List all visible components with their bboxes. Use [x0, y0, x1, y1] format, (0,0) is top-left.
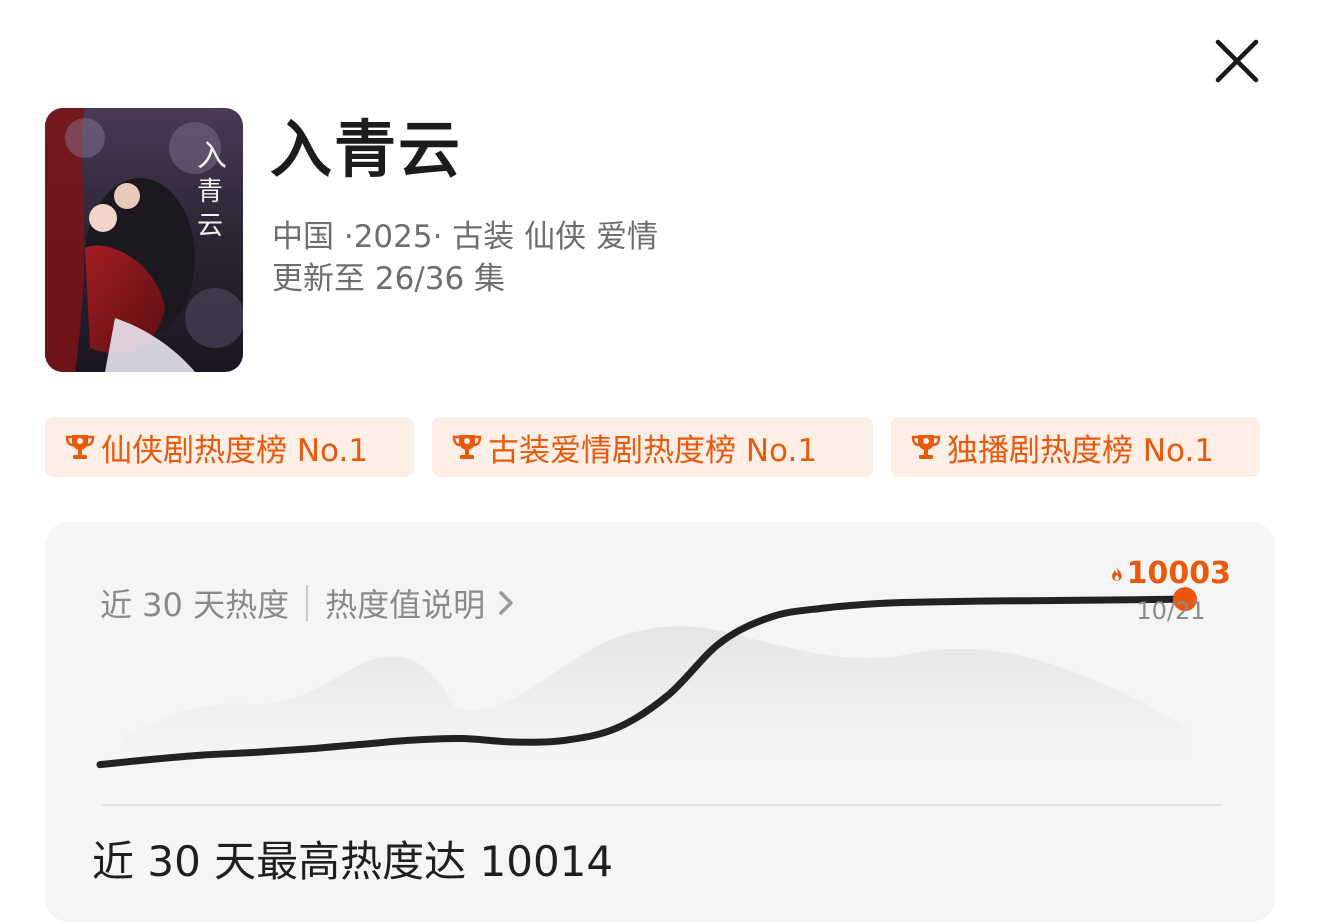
svg-text:云: 云: [197, 211, 223, 241]
svg-text:青: 青: [197, 177, 223, 207]
heat-summary: 近 30 天最高热度达 10014: [92, 837, 614, 886]
chart-backdrop: [125, 626, 1185, 762]
badge-guzhuang-romance[interactable]: 古装爱情剧热度榜 No.1: [432, 417, 873, 477]
badge-xianxia[interactable]: 仙侠剧热度榜 No.1: [45, 417, 414, 477]
meta-line: 中国 ·2025· 古装 仙侠 爱情: [272, 219, 659, 255]
heat-chart: [96, 587, 1197, 769]
close-icon: [1215, 39, 1259, 83]
close-button[interactable]: [1206, 32, 1266, 92]
fire-icon: [1112, 567, 1122, 581]
latest-heat: 10003 10/21: [1111, 556, 1231, 628]
card-divider: [102, 804, 1222, 806]
heat-explain-link[interactable]: 热度值说明: [325, 580, 485, 626]
badge-label: 古装爱情剧热度榜 No.1: [488, 432, 818, 469]
update-status: 更新至 26/36 集: [272, 261, 506, 297]
show-meta: 中国 ·2025· 古装 仙侠 爱情 更新至 26/36 集: [272, 216, 658, 300]
badge-label: 仙侠剧热度榜 No.1: [101, 432, 369, 469]
trophy-icon: [65, 435, 95, 459]
heat-card: 近 30 天热度 热度值说明 10003 10/21 近 30 天最高热度达 1…: [45, 522, 1275, 922]
latest-heat-value: 10003: [1111, 556, 1231, 592]
heat-header: 近 30 天热度 热度值说明: [100, 580, 515, 626]
drama-detail-sheet: 入 青 云 入青云 中国 ·2025· 古装 仙侠 爱情 更新至 26/36 集…: [0, 0, 1320, 924]
heat-heading: 近 30 天热度: [100, 586, 290, 624]
trophy-icon: [452, 435, 482, 459]
badge-label: 独播剧热度榜 No.1: [947, 432, 1215, 469]
latest-date: 10/21: [1136, 597, 1206, 625]
badge-exclusive[interactable]: 独播剧热度榜 No.1: [891, 417, 1260, 477]
latest-value-text: 10003: [1126, 556, 1231, 591]
header-divider: [306, 585, 309, 621]
svg-text:入: 入: [197, 139, 227, 174]
poster-image[interactable]: 入 青 云: [45, 108, 243, 372]
show-title: 入青云: [270, 113, 463, 186]
trophy-icon: [911, 435, 941, 459]
chevron-right-icon: [499, 591, 513, 615]
